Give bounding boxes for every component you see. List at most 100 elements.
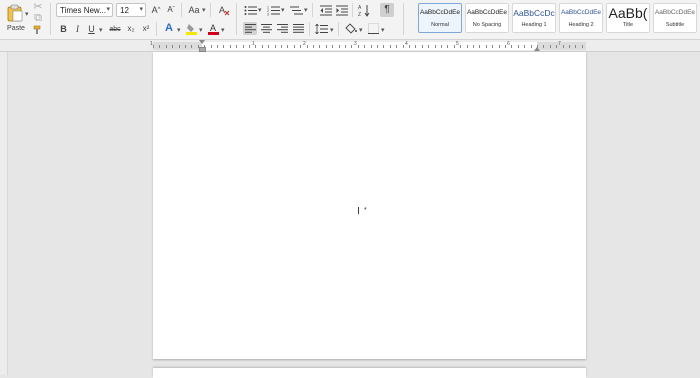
right-indent-marker[interactable] <box>534 47 540 51</box>
borders-icon <box>367 23 379 34</box>
style-heading-1[interactable]: AaBbCcDc Heading 1 <box>512 3 556 33</box>
horizontal-ruler[interactable]: 1 1 2 3 4 5 6 7 <box>0 40 700 52</box>
bold-button[interactable]: B <box>58 23 69 35</box>
bullets-dropdown-icon[interactable]: ▾ <box>258 6 262 14</box>
ruler-tick <box>562 45 564 48</box>
ruler-tick <box>492 45 494 48</box>
highlight-dropdown-icon[interactable]: ▾ <box>199 26 203 34</box>
ruler-tick <box>300 45 302 48</box>
italic-button[interactable]: I <box>72 23 83 35</box>
multilevel-dropdown-icon[interactable]: ▾ <box>304 6 308 14</box>
ruler-tick <box>505 45 506 48</box>
ruler-tick <box>415 45 417 48</box>
increase-indent-button[interactable] <box>335 4 348 16</box>
cut-icon[interactable]: ✂ <box>33 1 43 12</box>
style-heading-2[interactable]: AaBbCcDdEe Heading 2 <box>559 3 603 33</box>
align-right-button[interactable] <box>275 22 289 35</box>
sort-button[interactable]: AZ <box>357 3 370 17</box>
shrink-font-button[interactable]: Aˇ <box>165 4 177 16</box>
font-color-button[interactable]: A <box>207 22 219 35</box>
ruler-tick <box>306 45 308 48</box>
shading-button[interactable] <box>344 22 358 35</box>
text-effects-dropdown-icon[interactable]: ▾ <box>177 26 181 34</box>
ruler-number: 3 <box>354 41 357 47</box>
cursor-hint-icon: * <box>364 207 367 214</box>
style-preview: AaBbCcDc <box>513 8 555 18</box>
ruler-number: 2 <box>303 41 306 47</box>
underline-button[interactable]: U <box>86 23 97 35</box>
line-spacing-button[interactable] <box>314 22 328 35</box>
style-title[interactable]: AaBb( Title <box>606 3 650 33</box>
strikethrough-button[interactable]: abc <box>108 23 122 35</box>
ruler-tick <box>479 45 481 48</box>
ruler-tick <box>569 45 570 48</box>
numbering-button[interactable]: 123 <box>266 4 280 16</box>
outdent-icon <box>319 5 332 15</box>
align-left-button[interactable] <box>243 22 257 35</box>
ruler-tick <box>441 45 442 48</box>
style-no-spacing[interactable]: AaBbCcDdEe No Spacing <box>465 3 509 33</box>
highlight-button[interactable] <box>185 22 197 35</box>
line-spacing-dropdown-icon[interactable]: ▾ <box>330 26 334 34</box>
ruler-tick <box>370 45 372 48</box>
borders-button[interactable] <box>366 22 380 35</box>
paste-dropdown-icon[interactable]: ▾ <box>25 10 29 18</box>
grow-font-button[interactable]: A ^ <box>150 4 162 16</box>
style-subtitle[interactable]: AaBbCcDdEe Subtitle <box>653 3 697 33</box>
ruler-tick <box>223 45 225 48</box>
font-name-select[interactable]: Times New... ▾ <box>56 3 113 17</box>
underline-dropdown-icon[interactable]: ▾ <box>99 26 103 34</box>
style-normal[interactable]: AaBbCcDdEe Normal <box>418 3 462 33</box>
chevron-down-icon: ▾ <box>106 6 110 13</box>
ruler-number: 1 <box>252 41 255 47</box>
change-case-button[interactable]: Aa <box>187 4 201 16</box>
svg-text:A: A <box>358 5 362 11</box>
align-center-icon <box>260 24 272 33</box>
decrease-indent-button[interactable] <box>319 4 332 16</box>
vertical-ruler[interactable] <box>0 52 8 375</box>
ruler-tick <box>287 45 289 48</box>
style-name: Subtitle <box>665 22 685 28</box>
show-marks-button[interactable]: ¶ <box>380 3 394 17</box>
separator <box>210 3 211 17</box>
ruler-tick <box>319 45 321 48</box>
document-page[interactable] <box>153 52 586 359</box>
style-name: Title <box>622 22 634 28</box>
multilevel-list-button[interactable] <box>289 4 303 16</box>
paste-button[interactable] <box>6 3 24 23</box>
bullets-button[interactable] <box>243 4 257 16</box>
change-case-dropdown-icon[interactable]: ▾ <box>202 6 206 14</box>
text-cursor-icon: I <box>357 206 360 217</box>
font-color-dropdown-icon[interactable]: ▾ <box>221 26 225 34</box>
next-document-page[interactable] <box>153 368 586 378</box>
superscript-button[interactable]: x² <box>140 23 152 35</box>
ruler-tick <box>409 45 410 48</box>
align-center-button[interactable] <box>259 22 273 35</box>
ruler-tick <box>511 45 513 48</box>
ruler-tick <box>428 45 430 48</box>
separator <box>236 3 237 35</box>
first-line-indent-marker[interactable] <box>199 40 205 44</box>
borders-dropdown-icon[interactable]: ▾ <box>381 26 385 34</box>
clear-formatting-button[interactable]: A <box>217 3 231 17</box>
copy-icon[interactable]: ⧉ <box>33 12 43 23</box>
format-painter-icon[interactable] <box>32 24 44 34</box>
justify-button[interactable] <box>291 22 305 35</box>
ruler-tick <box>453 45 455 48</box>
chevron-down-icon: ▾ <box>139 6 143 13</box>
ruler-tick <box>389 45 391 48</box>
text-effects-button[interactable]: A <box>163 22 175 35</box>
ruler-tick <box>345 45 346 48</box>
numbering-dropdown-icon[interactable]: ▾ <box>281 6 285 14</box>
ruler-tick <box>268 45 270 48</box>
font-size-select[interactable]: 12 ▾ <box>116 3 146 17</box>
subscript-button[interactable]: x₂ <box>125 23 137 35</box>
ruler-tick <box>172 45 174 48</box>
separator <box>181 3 182 17</box>
font-size-value: 12 <box>120 6 129 15</box>
ruler-tick <box>530 45 532 48</box>
style-preview: AaBbCcDdEe <box>466 9 508 16</box>
ruler-tick <box>460 45 462 48</box>
svg-text:A: A <box>210 23 216 33</box>
shading-dropdown-icon[interactable]: ▾ <box>359 26 363 34</box>
